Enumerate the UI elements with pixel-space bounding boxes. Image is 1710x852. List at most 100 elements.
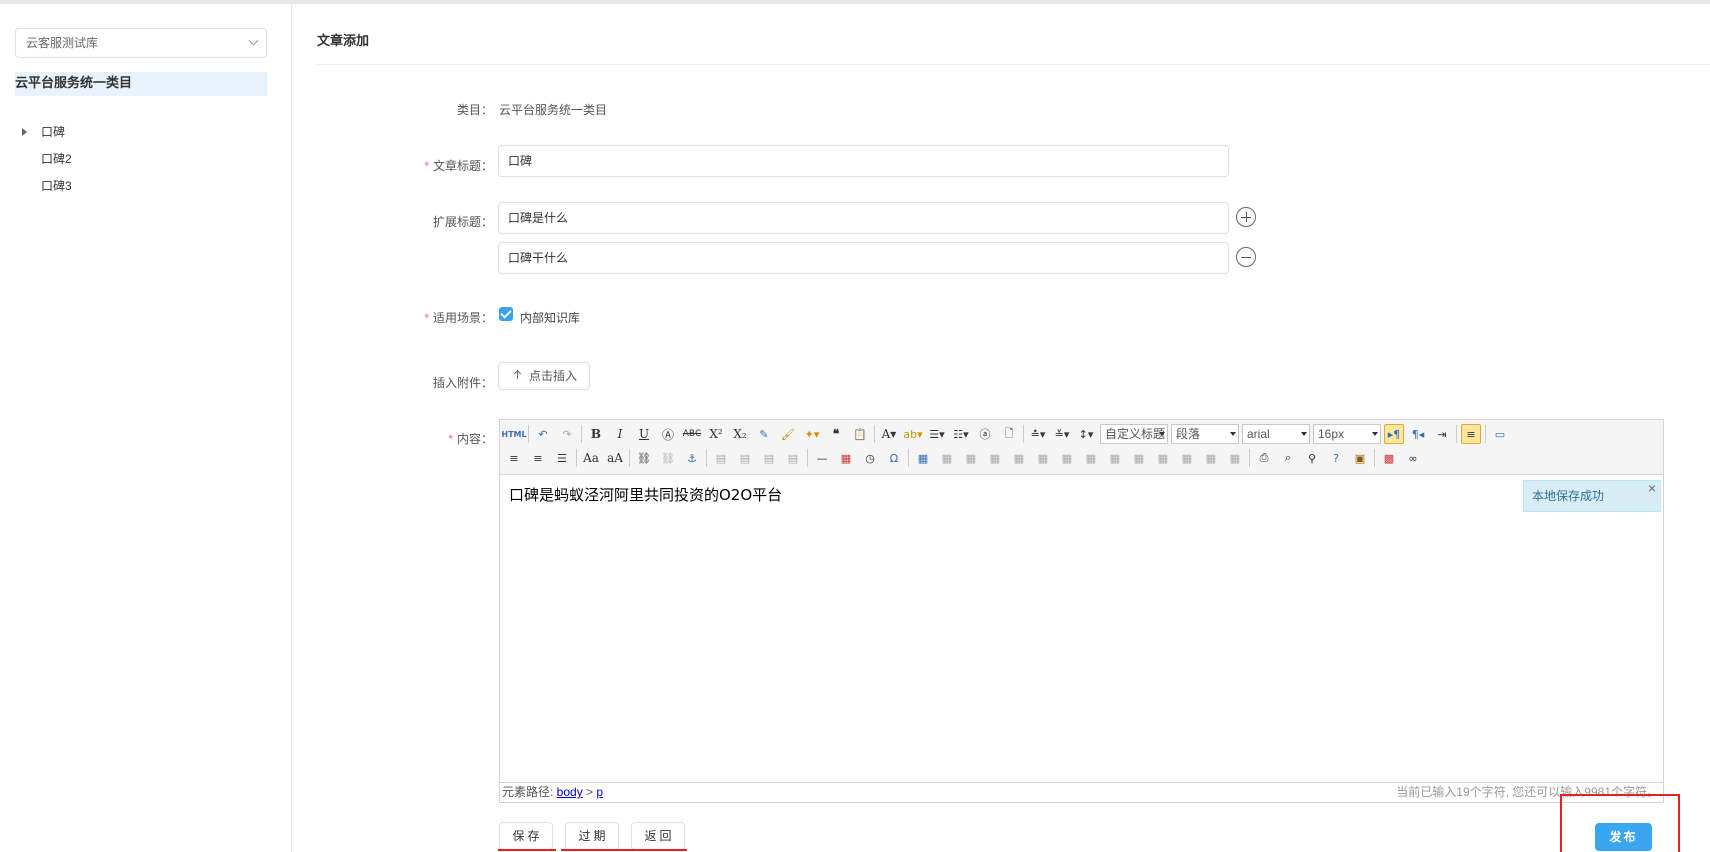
remove-ext-title-icon[interactable] (1236, 247, 1256, 267)
image-none-icon[interactable]: ▤ (711, 448, 731, 468)
separator (1023, 425, 1024, 443)
insert-attachment-button[interactable]: 点击插入 (498, 362, 591, 390)
underline-icon[interactable]: U (634, 424, 654, 444)
merge-cells-icon[interactable]: ▦ (1081, 448, 1101, 468)
delete-row-icon[interactable]: ▦ (1009, 448, 1029, 468)
undo-icon[interactable]: ↶ (533, 424, 553, 444)
link-icon[interactable]: ⛓ (634, 448, 654, 468)
close-icon[interactable]: × (1648, 473, 1656, 503)
fullscreen-icon[interactable]: ▭ (1490, 424, 1510, 444)
editor-statusbar: 元素路径: body > p 当前已输入19个字符, 您还可以输入9981个字符… (500, 782, 1663, 802)
eraser-icon[interactable]: ✎ (754, 424, 774, 444)
tree-item[interactable]: 口碑3 (22, 175, 72, 202)
align-right-icon[interactable]: ≡ (528, 448, 548, 468)
scene-option-label[interactable]: 内部知识库 (520, 309, 580, 326)
library-select[interactable]: 云客服测试库 (15, 28, 267, 58)
separator (528, 425, 529, 443)
preview-icon[interactable]: ⌕ (1278, 448, 1298, 468)
expire-button[interactable]: 过期 (565, 822, 619, 850)
font-color-icon[interactable]: A▾ (879, 424, 899, 444)
paste-plain-icon[interactable]: 📋 (850, 424, 870, 444)
row-spacing-top-icon[interactable]: ≛▾ (1028, 424, 1048, 444)
insert-col-icon[interactable]: ▦ (1033, 448, 1053, 468)
row-spacing-bottom-icon[interactable]: ≚▾ (1052, 424, 1072, 444)
superscript-icon[interactable]: X² (706, 424, 726, 444)
clear-doc-icon[interactable]: 🗋 (999, 424, 1019, 444)
insert-image-icon[interactable]: ▩ (1379, 448, 1399, 468)
font-size-select[interactable]: 16px (1313, 424, 1381, 444)
tolowercase-icon[interactable]: aA (605, 448, 625, 468)
justify-icon[interactable]: ☰ (552, 448, 572, 468)
help-icon[interactable]: ? (1326, 448, 1346, 468)
anchor-icon[interactable]: ⚓ (682, 448, 702, 468)
date-icon[interactable]: ▦ (836, 448, 856, 468)
tree-item[interactable]: 口碑2 (22, 148, 72, 175)
touppercase-icon[interactable]: Aa (581, 448, 601, 468)
image-center-icon[interactable]: ▤ (783, 448, 803, 468)
font-border-icon[interactable]: Ⓐ (658, 424, 678, 444)
special-char-icon[interactable]: Ω (884, 448, 904, 468)
merge-right-icon[interactable]: ▦ (1105, 448, 1125, 468)
save-button[interactable]: 保存 (499, 822, 553, 850)
divider (316, 64, 1710, 65)
split-cells-icon[interactable]: ▦ (1153, 448, 1173, 468)
image-left-icon[interactable]: ▤ (735, 448, 755, 468)
library-select-value: 云客服测试库 (26, 36, 99, 50)
subscript-icon[interactable]: X₂ (730, 424, 750, 444)
delete-col-icon[interactable]: ▦ (1057, 448, 1077, 468)
publish-button[interactable]: 发布 (1595, 823, 1652, 851)
line-height-icon[interactable]: ↕▾ (1076, 424, 1096, 444)
editor-content-area[interactable]: 口碑是蚂蚁泾河阿里共同投资的O2O平台 (500, 476, 1663, 756)
table-props-icon[interactable]: ▦ (1225, 448, 1245, 468)
align-left-icon[interactable]: ≡ (1461, 424, 1481, 444)
unlink-icon[interactable]: ⛓ (658, 448, 678, 468)
ordered-list-icon[interactable]: ☰▾ (927, 424, 947, 444)
html-source-icon[interactable]: HTML (501, 424, 526, 444)
horizontal-rule-icon[interactable]: — (812, 448, 832, 468)
rtl-icon[interactable]: ¶◂ (1408, 424, 1428, 444)
split-rows-icon[interactable]: ▦ (1177, 448, 1197, 468)
separator (874, 425, 875, 443)
print-icon[interactable]: ⎙ (1254, 448, 1274, 468)
ext-title-input[interactable]: 口碑干什么 (498, 242, 1229, 274)
select-all-icon[interactable]: ⓐ (975, 424, 995, 444)
bold-icon[interactable]: B (586, 424, 606, 444)
drafts-icon[interactable]: ▣ (1350, 448, 1370, 468)
font-family-select[interactable]: arial (1242, 424, 1310, 444)
path-body-link[interactable]: body (557, 785, 583, 799)
align-center-icon[interactable]: ≡ (504, 448, 524, 468)
paragraph-select[interactable]: 段落 (1171, 424, 1239, 444)
title-input[interactable]: 口碑 (498, 145, 1229, 177)
main-panel: 文章添加 类目： 云平台服务统一类目 * 文章标题： 口碑 扩展标题： 口碑是什么… (293, 4, 1710, 852)
scene-checkbox[interactable] (499, 307, 513, 321)
delete-table-icon[interactable]: ▦ (937, 448, 957, 468)
editor-paragraph[interactable]: 口碑是蚂蚁泾河阿里共同投资的O2O平台 (509, 484, 1654, 505)
insert-link-icon[interactable]: ∞ (1403, 448, 1423, 468)
insert-table-icon[interactable]: ▦ (913, 448, 933, 468)
split-cols-icon[interactable]: ▦ (1201, 448, 1221, 468)
add-ext-title-icon[interactable] (1236, 207, 1256, 227)
time-icon[interactable]: ◷ (860, 448, 880, 468)
merge-down-icon[interactable]: ▦ (1129, 448, 1149, 468)
italic-icon[interactable]: I (610, 424, 630, 444)
highlight-color-icon[interactable]: ab▾ (903, 424, 923, 444)
redo-icon[interactable]: ↷ (557, 424, 577, 444)
ext-title-input[interactable]: 口碑是什么 (498, 202, 1229, 234)
back-button[interactable]: 返回 (631, 822, 685, 850)
unordered-list-icon[interactable]: ☷▾ (951, 424, 971, 444)
category-title[interactable]: 云平台服务统一类目 (15, 72, 267, 96)
auto-format-icon[interactable]: ✦▾ (802, 424, 822, 444)
heading-select[interactable]: 自定义标题 (1100, 424, 1168, 444)
insert-row-icon[interactable]: ▦ (985, 448, 1005, 468)
insert-paragraph-before-table-icon[interactable]: ▦ (961, 448, 981, 468)
image-right-icon[interactable]: ▤ (759, 448, 779, 468)
format-brush-icon[interactable]: 🖌 (778, 424, 798, 444)
caret-right-icon[interactable] (22, 128, 27, 136)
strikethrough-icon[interactable]: ABC (682, 424, 702, 444)
indent-icon[interactable]: ⇥ (1432, 424, 1452, 444)
ltr-icon[interactable]: ▸¶ (1384, 424, 1404, 444)
path-p-link[interactable]: p (596, 785, 603, 799)
search-replace-icon[interactable]: ⚲ (1302, 448, 1322, 468)
blockquote-icon[interactable]: ❝ (826, 424, 846, 444)
tree-item[interactable]: 口碑 (22, 121, 72, 148)
